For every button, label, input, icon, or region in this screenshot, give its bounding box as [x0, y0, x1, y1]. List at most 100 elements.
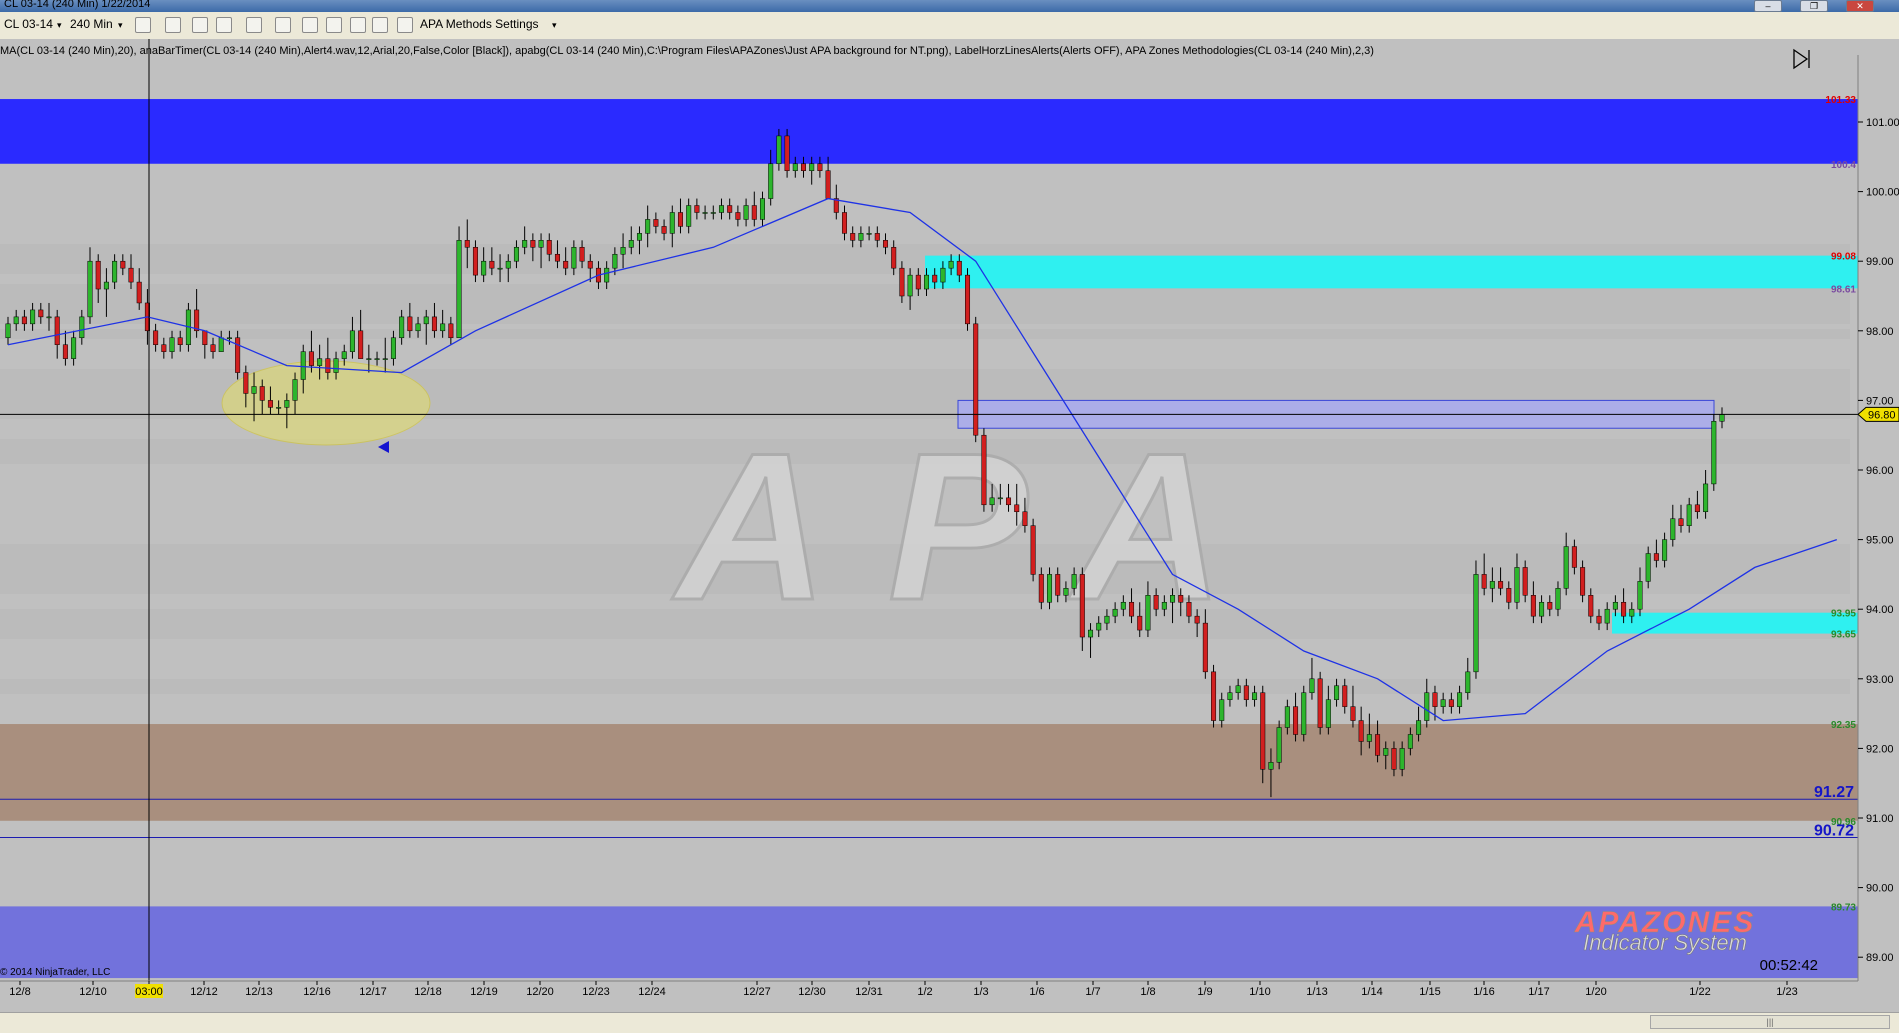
candle-body [645, 219, 651, 234]
x-tick-label: 1/8 [1140, 986, 1155, 998]
candle-body [522, 240, 528, 248]
y-tick-label: 96.00 [1866, 465, 1894, 477]
candle-body [128, 267, 134, 283]
candle-body [1645, 553, 1651, 582]
y-tick-label: 99.00 [1866, 256, 1894, 268]
apa-methods-settings-button[interactable]: APA Methods Settings [420, 17, 539, 31]
candle-body [628, 240, 634, 248]
draw-tool-icon[interactable] [192, 17, 208, 33]
candle-body [1530, 595, 1536, 617]
candle-body [1243, 685, 1249, 700]
candle-body [415, 323, 421, 332]
instrument-selector[interactable]: CL 03-14 [4, 17, 53, 31]
candle-body [882, 240, 889, 248]
candle-body [390, 337, 396, 359]
x-tick-label: 03:00 [135, 986, 163, 998]
candle-body [546, 240, 552, 255]
properties-icon[interactable] [350, 17, 366, 33]
x-tick-label: 1/6 [1029, 986, 1044, 998]
logo-tagline: Indicator System [1583, 930, 1747, 955]
candle-body [661, 226, 667, 234]
line-tool-icon[interactable] [216, 17, 232, 33]
zone-label: 93.65 [1831, 630, 1856, 641]
x-tick-label: 1/16 [1473, 986, 1494, 998]
candle-body [743, 205, 749, 220]
candle-body [300, 351, 306, 380]
y-tick-label: 97.00 [1866, 395, 1894, 407]
x-tick-label: 1/20 [1585, 986, 1606, 998]
zone-supply [925, 255, 1858, 289]
candle-body [1514, 567, 1520, 603]
price-chart[interactable]: 101.33100.499.0898.6193.9593.6592.3590.9… [0, 39, 1899, 1012]
candle-body [924, 274, 930, 290]
highlight-ellipse [221, 360, 431, 446]
candle-body [1202, 622, 1208, 673]
candle-body [1366, 734, 1372, 742]
candle-body [850, 233, 856, 241]
candle-body [87, 260, 93, 318]
x-tick-label: 1/10 [1249, 986, 1270, 998]
candle-body [727, 205, 733, 213]
candle-body [1317, 678, 1323, 728]
candle-body [1375, 734, 1381, 756]
candle-body [1416, 720, 1422, 735]
x-tick-label: 12/10 [79, 986, 107, 998]
candle-body [1350, 706, 1356, 721]
candle-body [1383, 748, 1389, 756]
candle-body [1112, 608, 1118, 617]
candle-body [1276, 727, 1282, 763]
strategies-icon[interactable] [326, 17, 342, 33]
candle-body [1161, 601, 1167, 610]
candle-body [710, 212, 716, 214]
x-tick-label: 12/13 [245, 986, 273, 998]
candle-body [103, 281, 109, 290]
candle-body [382, 358, 388, 360]
close-button[interactable]: ✕ [1846, 0, 1874, 12]
interval-dropdown-icon[interactable]: ▾ [118, 20, 123, 31]
minimize-button[interactable]: – [1754, 0, 1782, 12]
candle-body [997, 497, 1003, 500]
bar-type-icon[interactable] [135, 17, 151, 33]
data-box-icon[interactable] [372, 17, 388, 33]
settings-dropdown-icon[interactable]: ▾ [552, 20, 557, 31]
candle-body [1301, 692, 1307, 735]
candle-body [13, 316, 19, 325]
candle-body [1555, 588, 1561, 610]
candle-body [1719, 414, 1725, 422]
candle-body [481, 260, 487, 276]
crosshair-icon[interactable] [246, 17, 262, 33]
candle-body [46, 316, 52, 319]
candle-body [841, 212, 848, 234]
candle-body [497, 267, 503, 270]
y-tick-label: 91.00 [1866, 813, 1894, 825]
draw-pencil-icon[interactable] [165, 17, 181, 33]
candle-body [1219, 699, 1225, 721]
candle-body [194, 309, 200, 332]
apa-settings-icon[interactable] [397, 17, 413, 33]
x-tick-label: 1/15 [1419, 986, 1440, 998]
scrollbar-thumb[interactable]: ||| [1650, 1015, 1890, 1029]
instrument-dropdown-icon[interactable]: ▾ [57, 20, 62, 31]
candle-body [1678, 518, 1684, 526]
candle-body [1440, 699, 1446, 707]
x-tick-label: 12/16 [303, 986, 331, 998]
candle-body [1342, 685, 1348, 707]
horizontal-scrollbar[interactable]: ||| [0, 1012, 1899, 1033]
candle-body [1153, 595, 1159, 610]
candle-body [21, 316, 27, 325]
y-tick-label: 98.00 [1866, 326, 1894, 338]
interval-selector[interactable]: 240 Min [70, 17, 113, 31]
indicators-icon[interactable] [302, 17, 318, 33]
candle-body [891, 247, 897, 269]
candle-body [1334, 685, 1340, 700]
restore-button[interactable]: ❐ [1800, 0, 1828, 12]
candle-body [177, 337, 183, 345]
candle-body [866, 233, 872, 235]
candle-body [407, 316, 413, 332]
zoom-icon[interactable] [275, 17, 291, 33]
chart-toolbar: CL 03-14 ▾ 240 Min ▾ APA Methods Setting… [0, 12, 1899, 40]
candle-body [513, 247, 519, 262]
y-tick-label: 89.00 [1866, 952, 1894, 964]
candle-body [456, 240, 462, 339]
candle-body [899, 267, 905, 297]
